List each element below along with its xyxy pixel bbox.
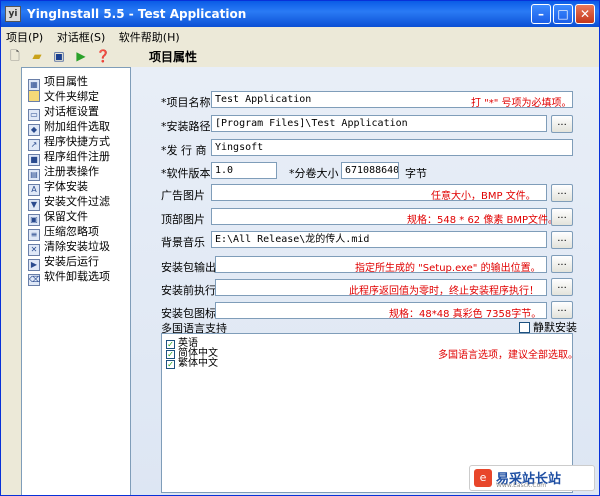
- sidebar-item-label: 字体安装: [44, 180, 88, 193]
- ad-image-label: 广告图片: [161, 189, 205, 202]
- run-icon[interactable]: ▶: [73, 48, 89, 64]
- sidebar-item-label: 压缩忽略项: [44, 225, 99, 238]
- sidebar-item-label: 软件卸载选项: [44, 270, 110, 283]
- output-hint: 指定所生成的 "Setup.exe" 的输出位置。: [355, 263, 541, 274]
- uninstall-icon: ⌫: [28, 274, 41, 286]
- sidebar-item-registry[interactable]: ▤ 注册表操作: [28, 164, 99, 181]
- install-path-browse-button[interactable]: ...: [551, 115, 573, 133]
- watermark-subtext: Www.Easck.Com: [496, 482, 547, 489]
- menu-bar: 项目(P) 对话框(S) 软件帮助(H): [1, 27, 599, 45]
- bg-music-field[interactable]: E:\All Release\龙的传人.mid: [211, 231, 547, 248]
- volume-unit: 字节: [405, 167, 427, 180]
- check-icon: ✓: [166, 360, 175, 369]
- publisher-field[interactable]: Yingsoft: [211, 139, 573, 156]
- sidebar-item-component[interactable]: ◆ 附加组件选取: [28, 119, 110, 136]
- sidebar-item-filter[interactable]: ▼ 安装文件过滤: [28, 194, 110, 211]
- new-icon[interactable]: 🗋: [7, 48, 23, 64]
- sidebar-item-label: 项目属性: [44, 75, 88, 88]
- sidebar-item-postrun[interactable]: ▶ 安装后运行: [28, 254, 99, 271]
- sidebar: ▦ 项目属性 文件夹绑定 ▭ 对话框设置 ◆ 附加组件选取 ↗ 程序快捷方式 ■ 程序组件…: [21, 67, 131, 495]
- sidebar-item-label: 注册表操作: [44, 165, 99, 178]
- volume-size-field[interactable]: 671088640: [341, 162, 399, 179]
- publisher-label: *发 行 商: [161, 144, 207, 157]
- top-image-label: 顶部图片: [161, 213, 205, 226]
- install-path-field[interactable]: [Program Files]\Test Application: [211, 115, 547, 132]
- title-bar[interactable]: yi YingInstall 5.5 - Test Application – …: [1, 1, 599, 27]
- app-icon: yi: [5, 6, 21, 22]
- sidebar-item-label: 保留文件: [44, 210, 88, 223]
- sidebar-item-label: 文件夹绑定: [44, 90, 99, 103]
- sidebar-item-label: 对话框设置: [44, 105, 99, 118]
- language-item-traditional[interactable]: ✓ 繁体中文: [166, 358, 218, 369]
- sidebar-item-font[interactable]: A 字体安装: [28, 179, 88, 196]
- window-title: YingInstall 5.5 - Test Application: [27, 7, 247, 21]
- pkg-icon-hint: 规格：48*48 真彩色 7358字节。: [389, 309, 542, 320]
- sidebar-item-label: 清除安装垃圾: [44, 240, 110, 253]
- pre-run-label: 安装前执行: [161, 284, 216, 297]
- pkg-icon-browse-button[interactable]: ...: [551, 301, 573, 319]
- top-image-browse-button[interactable]: ...: [551, 208, 573, 226]
- sidebar-item-uninstall[interactable]: ⌫ 软件卸载选项: [28, 269, 110, 286]
- sidebar-item-label: 安装文件过滤: [44, 195, 110, 208]
- pre-run-browse-button[interactable]: ...: [551, 278, 573, 296]
- help-icon[interactable]: ❓: [95, 48, 111, 64]
- top-image-hint: 规格：548 * 62 像素 BMP文件。: [407, 215, 559, 226]
- sidebar-item-project-props[interactable]: ▦ 项目属性: [28, 74, 88, 91]
- sidebar-item-folder[interactable]: 文件夹绑定: [28, 89, 99, 104]
- multilang-hint: 多国语言选项，建议全部选取。: [438, 350, 578, 361]
- menu-dialog[interactable]: 对话框(S): [52, 27, 111, 47]
- bg-music-label: 背景音乐: [161, 236, 205, 249]
- save-icon[interactable]: ▣: [51, 48, 67, 64]
- language-label: 繁体中文: [178, 358, 218, 369]
- sidebar-item-label: 程序组件注册: [44, 150, 110, 163]
- menu-project[interactable]: 项目(P): [1, 27, 48, 47]
- version-label: *软件版本: [161, 167, 211, 180]
- sidebar-item-dialog[interactable]: ▭ 对话框设置: [28, 104, 99, 121]
- open-icon[interactable]: ▰: [29, 48, 45, 64]
- sidebar-item-register[interactable]: ■ 程序组件注册: [28, 149, 110, 166]
- output-label: 安装包输出: [161, 261, 216, 274]
- bg-music-browse-button[interactable]: ...: [551, 231, 573, 249]
- app-window: yi YingInstall 5.5 - Test Application – …: [0, 0, 600, 496]
- version-field[interactable]: 1.0: [211, 162, 277, 179]
- volume-size-label: *分卷大小: [289, 167, 339, 180]
- sidebar-item-keep[interactable]: ▣ 保留文件: [28, 209, 88, 226]
- close-button[interactable]: ✕: [575, 4, 595, 24]
- checkbox-icon: [519, 322, 530, 333]
- maximize-button[interactable]: □: [553, 4, 573, 24]
- minimize-button[interactable]: –: [531, 4, 551, 24]
- required-hint: 打 "*" 号项为必填项。: [471, 98, 572, 109]
- sidebar-item-label: 附加组件选取: [44, 120, 110, 133]
- watermark-logo-icon: e: [474, 469, 492, 487]
- ad-image-browse-button[interactable]: ...: [551, 184, 573, 202]
- pre-run-hint: 此程序返回值为零时，终止安装程序执行！: [349, 286, 539, 297]
- sidebar-item-label: 程序快捷方式: [44, 135, 110, 148]
- project-name-label: *项目名称: [161, 96, 211, 109]
- sidebar-item-clean[interactable]: ✕ 清除安装垃圾: [28, 239, 110, 256]
- sidebar-item-shortcut[interactable]: ↗ 程序快捷方式: [28, 134, 110, 151]
- panel-title: 项目属性: [149, 50, 198, 64]
- toolbar: 🗋 ▰ ▣ ▶ ❓: [1, 45, 599, 67]
- folder-icon: [28, 90, 40, 102]
- ad-image-hint: 任意大小，BMP 文件。: [431, 191, 536, 202]
- install-path-label: *安装路径: [161, 120, 211, 133]
- pkg-icon-label: 安装包图标: [161, 307, 216, 320]
- menu-help[interactable]: 软件帮助(H): [114, 27, 185, 47]
- sidebar-item-label: 安装后运行: [44, 255, 99, 268]
- watermark-logo: e 易采站长站 Www.Easck.Com: [469, 465, 595, 491]
- output-browse-button[interactable]: ...: [551, 255, 573, 273]
- sidebar-item-compress[interactable]: ≡ 压缩忽略项: [28, 224, 99, 241]
